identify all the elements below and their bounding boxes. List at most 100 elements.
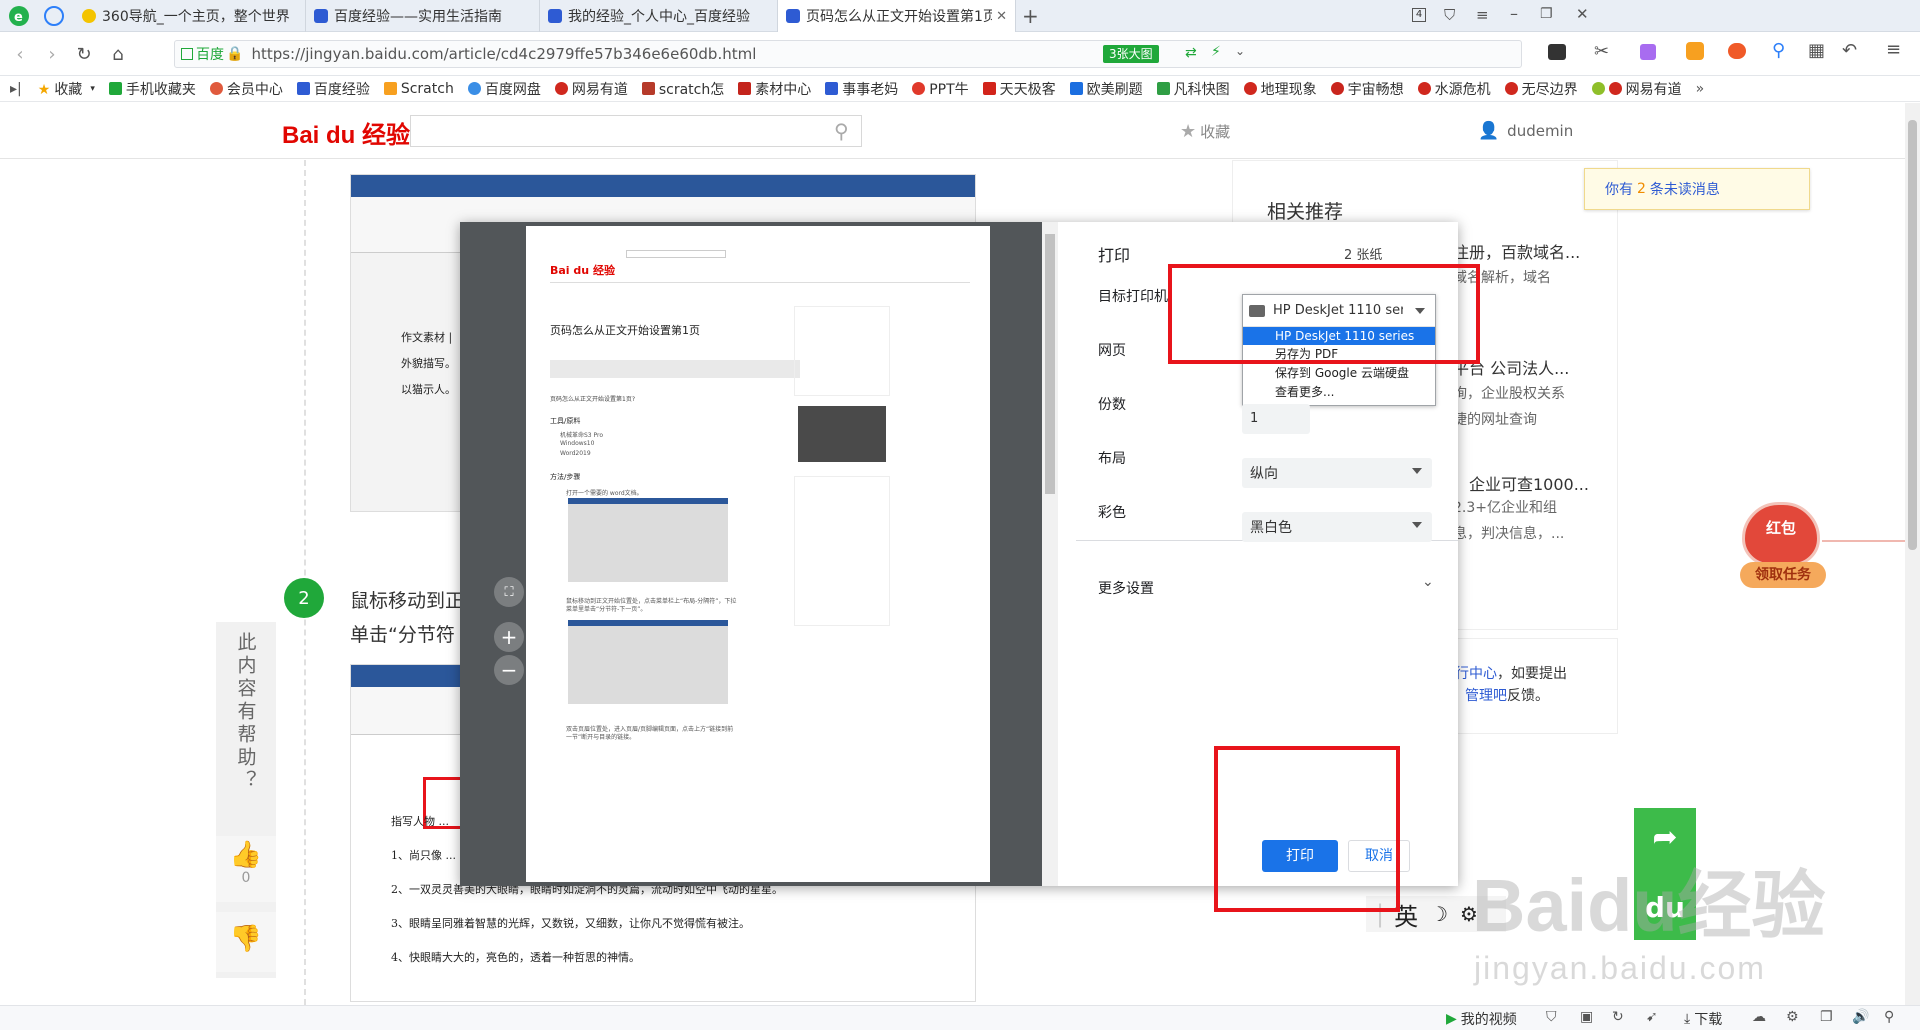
bookmark-item[interactable]: 手机收藏夹	[108, 79, 196, 99]
bookmark-item[interactable]: 天天极客	[982, 79, 1056, 99]
sidebar-toggle-icon[interactable]: ▸|	[10, 81, 22, 97]
destination-option[interactable]: 保存到 Google 云端硬盘	[1243, 364, 1435, 383]
page-scroll-thumb[interactable]	[1908, 120, 1917, 550]
bookmark-item[interactable]: 水源危机	[1417, 79, 1491, 99]
site-verified-badge[interactable]: 百度 🔒	[181, 44, 243, 64]
red-packet-icon: 红包	[1742, 502, 1820, 566]
my-video-link[interactable]: ▶ 我的视频	[1446, 1009, 1517, 1029]
copies-input[interactable]: 1	[1242, 404, 1310, 434]
bookmark-item[interactable]: 网易有道	[1591, 79, 1682, 99]
address-bar[interactable]: 百度 🔒 https://jingyan.baidu.com/article/c…	[174, 40, 1522, 68]
user-menu[interactable]: 👤 dudemin	[1478, 121, 1573, 141]
cloud-icon[interactable]: ☁	[1752, 1009, 1766, 1025]
preview-scrollbar[interactable]	[1042, 222, 1058, 886]
volume-icon[interactable]: 🔊	[1852, 1009, 1869, 1025]
dislike-button[interactable]: 👎	[216, 912, 276, 972]
recommend-item-title[interactable]: 企业可查1000...	[1469, 471, 1589, 495]
more-bookmarks-icon[interactable]: »	[1696, 81, 1705, 97]
user-icon: 👤	[1478, 121, 1500, 141]
reload-icon[interactable]: ↻	[72, 42, 96, 66]
zoom-icon[interactable]: ⚲	[1884, 1009, 1894, 1025]
zoom-out-button[interactable]: −	[494, 655, 524, 685]
scissors-icon[interactable]: ✂	[1594, 41, 1609, 62]
red-packet-widget[interactable]: 红包 领取任务	[1738, 498, 1826, 594]
layout-select[interactable]: 纵向	[1242, 458, 1432, 488]
chevron-down-icon[interactable]: ⌄	[1235, 44, 1245, 58]
bookmark-item[interactable]: Scratch	[383, 81, 454, 97]
image-count-badge[interactable]: 3张大图	[1103, 45, 1159, 63]
back-icon[interactable]: ‹	[8, 42, 32, 66]
translate-ext-icon[interactable]	[1640, 44, 1656, 60]
window-icon[interactable]: ❐	[1820, 1009, 1833, 1025]
tab-360nav[interactable]: 360导航_一个主页，整个世界	[74, 0, 306, 32]
rocket-icon[interactable]: ➹	[1646, 1009, 1658, 1025]
baidu-jingyan-logo[interactable]: Bai du 经验	[282, 115, 410, 150]
minimize-icon[interactable]: –	[1510, 4, 1518, 23]
destination-option[interactable]: 查看更多...	[1243, 383, 1435, 402]
site-search-input[interactable]	[410, 115, 862, 147]
help-center-link[interactable]: 行中心	[1455, 666, 1497, 682]
unread-messages-tooltip[interactable]: 你有 2 条未读消息	[1584, 168, 1810, 210]
like-button[interactable]: 👍 0	[216, 836, 276, 902]
home-icon[interactable]: ⌂	[106, 42, 130, 66]
bookmark-item[interactable]: 事事老妈	[825, 79, 898, 99]
step-text-line1: 鼠标移动到正	[350, 590, 465, 612]
download-link[interactable]: ⤓ 下载	[1684, 1009, 1722, 1029]
coupon-icon[interactable]	[1686, 42, 1704, 60]
bookmark-item[interactable]: 无尽边界	[1504, 79, 1578, 99]
admin-bar-link[interactable]: 管理吧	[1465, 688, 1507, 704]
browser-logo-icon[interactable]: e	[6, 4, 32, 28]
maximize-icon[interactable]: ❐	[1540, 6, 1553, 22]
recommend-item-title[interactable]: 注册，百款域名...	[1453, 239, 1580, 263]
bookmark-item[interactable]: PPT牛	[912, 79, 969, 99]
bookmark-item[interactable]: 百度网盘	[467, 79, 541, 99]
apps-grid-icon[interactable]: ▦	[1808, 40, 1825, 61]
navigation-icon[interactable]	[44, 6, 64, 26]
search-icon[interactable]: ⚲	[834, 119, 849, 143]
ime-moon-icon[interactable]: ☽	[1430, 902, 1448, 926]
bolt-icon[interactable]: ⚡	[1211, 44, 1221, 60]
bookmark-item[interactable]: 素材中心	[738, 79, 811, 99]
color-select[interactable]: 黑白色	[1242, 512, 1432, 542]
forward-icon[interactable]: ›	[40, 42, 64, 66]
bookmark-item[interactable]: scratch怎	[641, 79, 724, 99]
search-toolbar-icon[interactable]: ⚲	[1772, 40, 1785, 61]
fit-to-page-button[interactable]: ⛶	[494, 577, 524, 607]
chevron-down-icon	[1412, 468, 1422, 474]
bookmark-item[interactable]: 百度经验	[296, 79, 370, 99]
undo-icon[interactable]: ↶	[1842, 40, 1857, 61]
zoom-in-button[interactable]: +	[494, 622, 524, 652]
get-task-button[interactable]: 领取任务	[1740, 562, 1826, 588]
translate-icon[interactable]: ⇄	[1185, 45, 1197, 61]
extension-icon[interactable]	[1548, 44, 1566, 60]
menu-icon[interactable]: ≡	[1476, 6, 1489, 24]
image-icon[interactable]: ▣	[1580, 1009, 1593, 1025]
tab-current-article[interactable]: 页码怎么从正文开始设置第1页-百 ✕	[778, 0, 1016, 32]
bookmark-item[interactable]: 网易有道	[554, 79, 628, 99]
tab-my-experience[interactable]: 我的经验_个人中心_百度经验	[540, 0, 778, 32]
sync-icon[interactable]: ↻	[1612, 1009, 1624, 1025]
preview-scroll-thumb[interactable]	[1045, 234, 1055, 494]
bookmark-item[interactable]: 会员中心	[209, 79, 283, 99]
bookmark-item[interactable]: 地理现象	[1243, 79, 1317, 99]
shield-icon[interactable]: ⛉	[1546, 1009, 1557, 1025]
unread-count: 2	[1637, 181, 1646, 197]
bookmark-item[interactable]: ★ 收藏 ▾	[38, 79, 95, 99]
game-icon[interactable]	[1728, 43, 1746, 59]
new-tab-button[interactable]: +	[1022, 4, 1039, 28]
tab-close-icon[interactable]: ✕	[996, 9, 1007, 24]
close-window-icon[interactable]: ✕	[1576, 5, 1589, 23]
settings-icon[interactable]: ⚙	[1786, 1009, 1799, 1025]
layout-label: 布局	[1098, 451, 1126, 467]
url-text[interactable]: https://jingyan.baidu.com/article/cd4c29…	[251, 45, 756, 63]
tab-jingyan-home[interactable]: 百度经验——实用生活指南	[306, 0, 540, 32]
bookmark-item[interactable]: 凡科快图	[1156, 79, 1230, 99]
more-settings-toggle[interactable]: 更多设置	[1098, 578, 1154, 598]
bookmark-item[interactable]: 宇宙畅想	[1330, 79, 1404, 99]
chevron-down-icon[interactable]: ⌄	[1422, 574, 1434, 590]
skin-icon[interactable]: ⛉	[1444, 6, 1455, 24]
bookmark-item[interactable]: 欧美刷题	[1069, 79, 1143, 99]
main-menu-icon[interactable]: ≡	[1886, 39, 1901, 60]
collect-link[interactable]: ★ 收藏	[1180, 121, 1230, 142]
tab-count-badge[interactable]: 4	[1412, 8, 1426, 22]
